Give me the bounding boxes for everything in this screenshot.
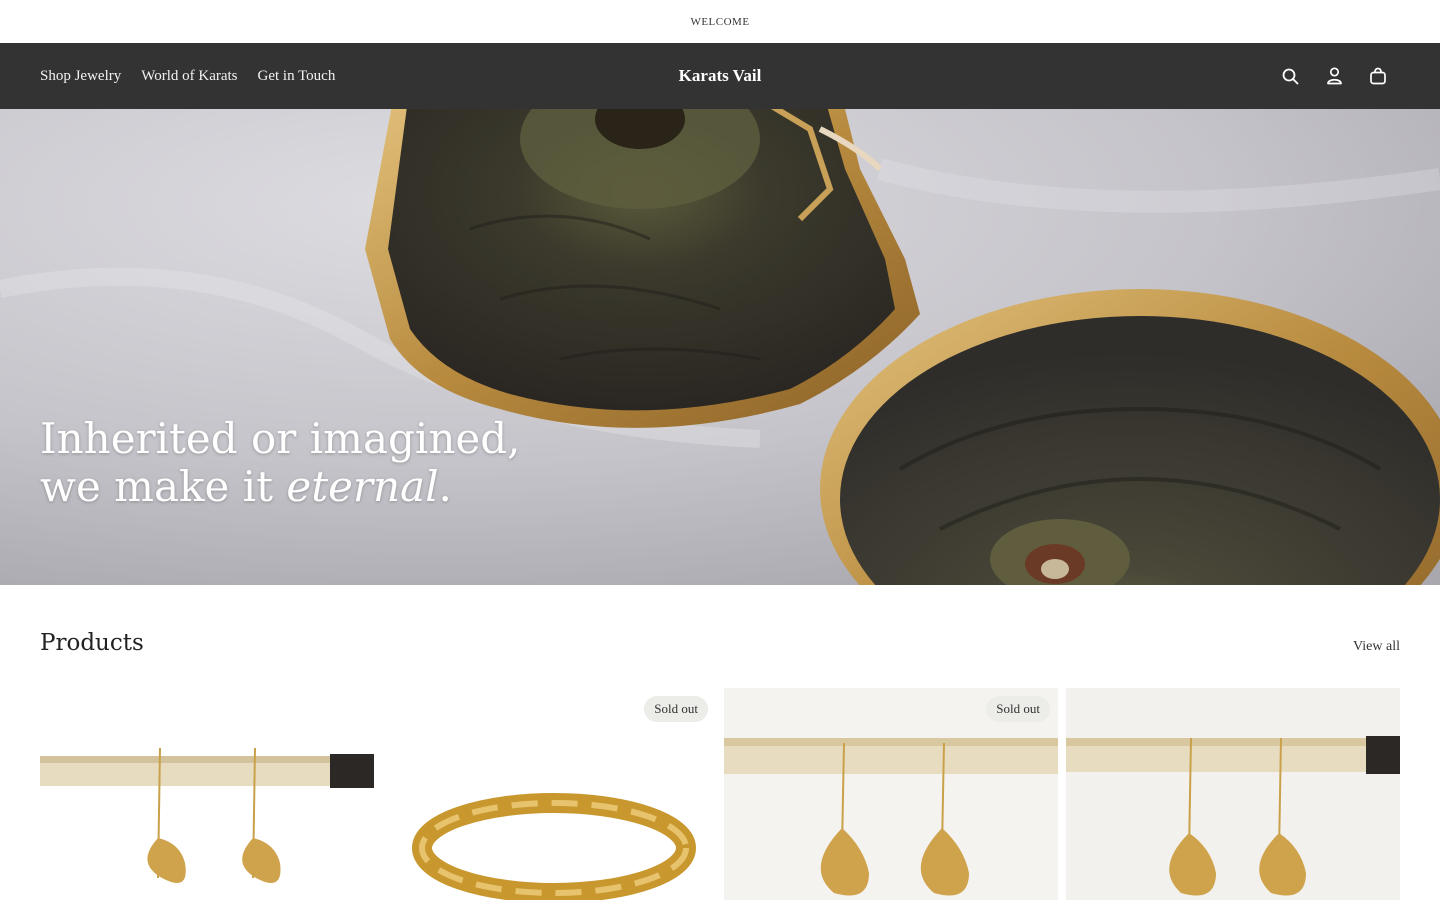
brand-logo[interactable]: Karats Vail xyxy=(679,66,762,86)
cart-icon[interactable] xyxy=(1368,66,1388,86)
site-header: Shop Jewelry World of Karats Get in Touc… xyxy=(0,43,1440,109)
header-icons xyxy=(1280,43,1388,109)
product-image xyxy=(1066,688,1400,900)
hero-headline: Inherited or imagined, we make it eterna… xyxy=(40,415,521,511)
product-card[interactable]: Sold out xyxy=(382,688,716,900)
product-card[interactable] xyxy=(40,688,374,900)
products-title: Products xyxy=(40,630,144,656)
sold-out-badge: Sold out xyxy=(986,696,1050,722)
account-icon[interactable] xyxy=(1324,66,1344,86)
hero-line-2-italic: eternal xyxy=(286,462,439,511)
search-icon[interactable] xyxy=(1280,66,1300,86)
announcement-text: WELCOME xyxy=(690,15,750,28)
hero-line-2: we make it eternal. xyxy=(40,463,521,511)
hero-line-1: Inherited or imagined, xyxy=(40,414,521,463)
products-header: Products View all xyxy=(40,630,1400,662)
nav-shop-jewelry[interactable]: Shop Jewelry xyxy=(40,68,121,85)
announcement-bar: WELCOME xyxy=(0,0,1440,43)
nav-world-of-karats[interactable]: World of Karats xyxy=(141,68,237,85)
sold-out-badge: Sold out xyxy=(644,696,708,722)
product-image xyxy=(40,688,374,900)
product-grid: Sold out Sold out xyxy=(40,688,1400,900)
hero-line-2-suffix: . xyxy=(438,462,452,511)
hero-banner: Inherited or imagined, we make it eterna… xyxy=(0,109,1440,585)
hero-line-2-prefix: we make it xyxy=(40,462,287,511)
product-card[interactable]: Sold out xyxy=(724,688,1058,900)
nav-get-in-touch[interactable]: Get in Touch xyxy=(258,68,336,85)
view-all-link[interactable]: View all xyxy=(1353,639,1400,655)
hero-image xyxy=(0,109,1440,585)
product-card[interactable] xyxy=(1066,688,1400,900)
main-nav: Shop Jewelry World of Karats Get in Touc… xyxy=(40,43,335,109)
